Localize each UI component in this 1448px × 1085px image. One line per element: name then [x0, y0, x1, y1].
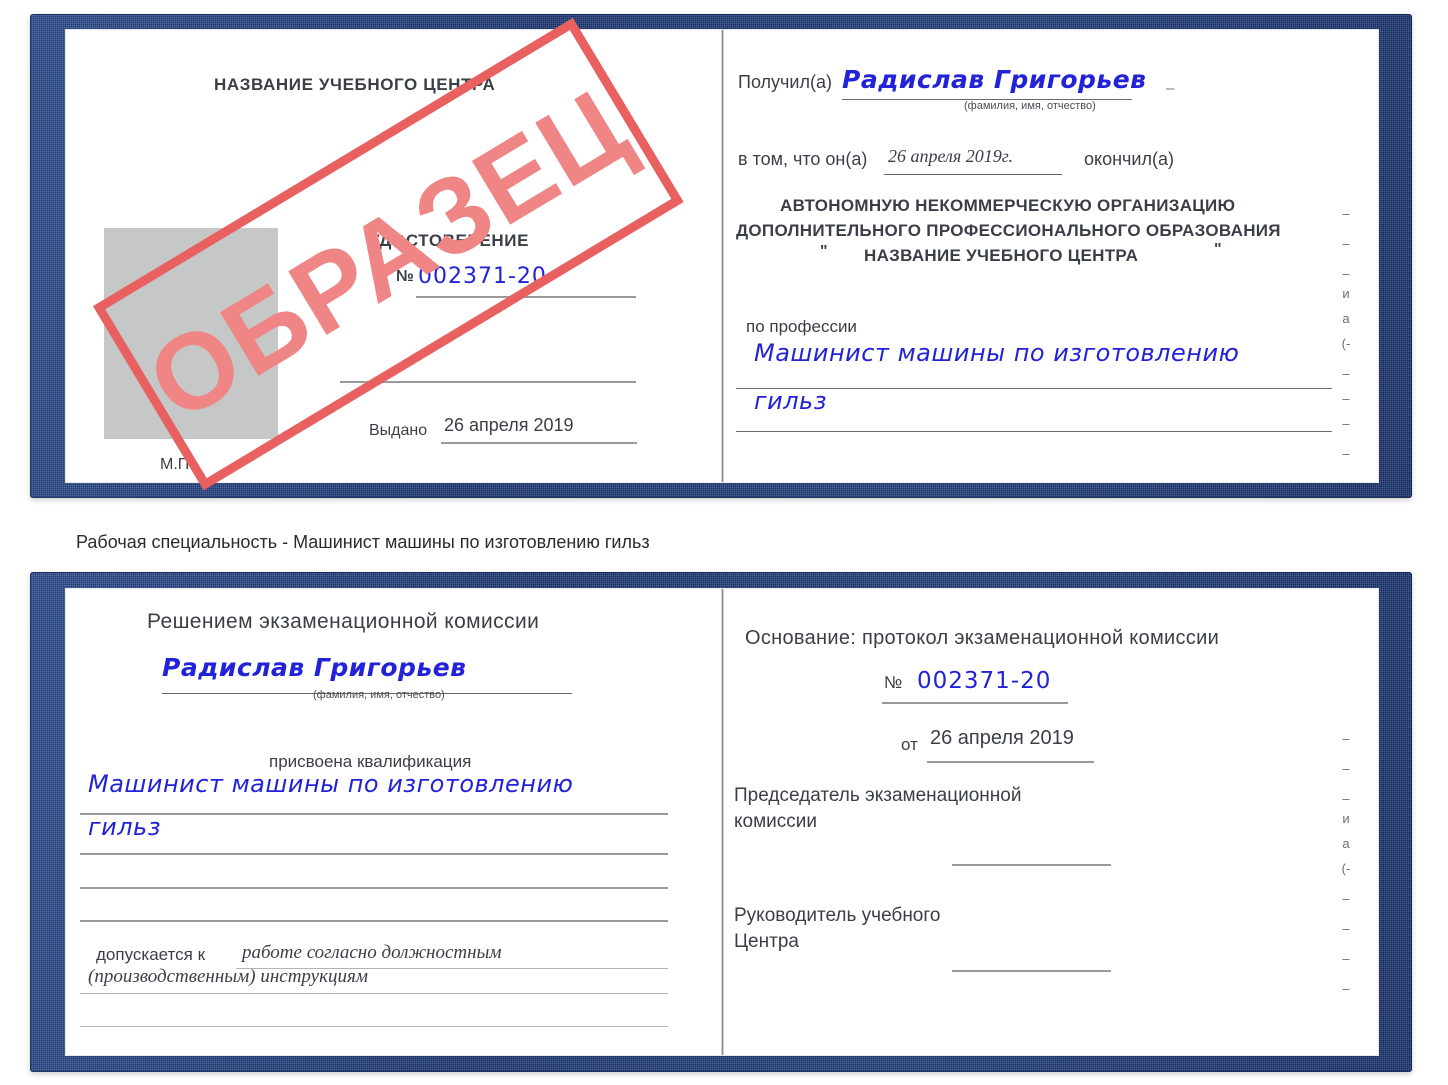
graduate-name-hint: (фамилия, имя, отчество) — [313, 689, 445, 701]
head-line-1: Руководитель учебного — [734, 905, 941, 926]
edge-fragment-b9: – — [1342, 981, 1350, 996]
photo-placeholder — [104, 228, 278, 439]
edge-fragment-9: – — [1342, 446, 1350, 461]
chairman-line-1: Председатель экзаменационной — [734, 785, 1022, 806]
qualification-line-1: Машинист машины по изготовлению — [88, 770, 574, 798]
chairman-line-2: комиссии — [734, 811, 817, 832]
profession-value-line-2: гильз — [754, 387, 827, 415]
edge-fragment-3: и — [1342, 286, 1350, 301]
profession-label: по профессии — [746, 317, 857, 336]
edge-fragment-b3: и — [1342, 811, 1350, 826]
admitted-label: допускается к — [96, 945, 206, 964]
received-value: Радислав Григорьев — [842, 65, 1147, 94]
commission-decision-heading: Решением экзаменационной комиссии — [147, 610, 540, 633]
edge-fragment-2: – — [1342, 266, 1350, 281]
org-line-2: ДОПОЛНИТЕЛЬНОГО ПРОФЕССИОНАЛЬНОГО ОБРАЗО… — [736, 221, 1281, 240]
edge-fragment-b8: – — [1342, 951, 1350, 966]
issued-label: Выдано — [369, 422, 428, 439]
profession-value-line-1: Машинист машины по изготовлению — [754, 339, 1240, 367]
edge-fragment-b1: – — [1342, 761, 1350, 776]
received-trailing-dash: – — [1166, 80, 1175, 97]
edge-fragment-0: – — [1342, 206, 1350, 221]
qualification-rule-2 — [80, 853, 668, 855]
edge-fragment-6: – — [1342, 366, 1350, 381]
that-label: в том, что он(а) — [738, 149, 868, 169]
head-line-2: Центра — [734, 931, 799, 952]
certificate-number-label: № — [396, 268, 414, 285]
protocol-number-rule — [882, 702, 1068, 704]
certificate-top-right-page: Получил(а) Радислав Григорьев (фамилия, … — [724, 30, 1378, 482]
certificate-top-left-page: НАЗВАНИЕ УЧЕБНОГО ЦЕНТРА УДОСТОВЕРЕНИЕ №… — [66, 30, 721, 482]
certificate-bottom-left-page: Решением экзаменационной комиссии Радисл… — [66, 589, 721, 1055]
issued-rule — [441, 442, 637, 444]
blank-rule-1 — [340, 381, 636, 383]
admitted-line-2: (производственным) инструкциям — [88, 966, 368, 987]
edge-fragment-b6: – — [1342, 891, 1350, 906]
edge-fragment-b0: – — [1342, 731, 1350, 746]
seal-label: М.П. — [160, 456, 194, 473]
certificate-title: УДОСТОВЕРЕНИЕ — [369, 231, 530, 250]
admitted-line-1: работе согласно должностным — [242, 942, 502, 963]
received-hint: (фамилия, имя, отчество) — [964, 100, 1096, 112]
protocol-date-value: 26 апреля 2019 — [930, 727, 1074, 749]
graduate-name-value: Радислав Григорьев — [162, 653, 467, 682]
protocol-number-label: № — [884, 673, 903, 692]
org-quote-close: " — [1214, 241, 1222, 258]
certificate-bottom-pages: Решением экзаменационной комиссии Радисл… — [66, 589, 1378, 1055]
certificate-top-pages: НАЗВАНИЕ УЧЕБНОГО ЦЕНТРА УДОСТОВЕРЕНИЕ №… — [66, 30, 1378, 482]
qualification-rule-1 — [80, 813, 668, 815]
head-signature-rule — [952, 970, 1111, 972]
basis-label: Основание: протокол экзаменационной коми… — [745, 627, 1220, 649]
page-caption: Рабочая специальность - Машинист машины … — [76, 532, 650, 552]
admitted-rule-2 — [80, 993, 668, 994]
qualification-line-2: гильз — [88, 813, 161, 841]
admitted-rule-3 — [80, 1026, 668, 1027]
org-quote-open: " — [820, 243, 828, 260]
chairman-signature-rule — [952, 864, 1111, 866]
certificate-number-value: 002371-20 — [418, 264, 547, 289]
edge-fragment-4: а — [1342, 311, 1350, 326]
profession-rule-2 — [736, 431, 1332, 432]
edge-fragment-b2: – — [1342, 791, 1350, 806]
received-label: Получил(а) — [738, 72, 832, 92]
qualification-rule-3 — [80, 887, 668, 889]
edge-fragment-b5: (- — [1341, 861, 1351, 876]
protocol-date-label: от — [901, 735, 918, 754]
edge-fragment-5: (- — [1341, 336, 1351, 351]
qualification-label: присвоена квалификация — [269, 752, 472, 771]
edge-fragment-b4: а — [1342, 836, 1350, 851]
protocol-number-value: 002371-20 — [917, 668, 1052, 694]
edge-fragment-1: – — [1342, 236, 1350, 251]
edge-fragment-b7: – — [1342, 921, 1350, 936]
edge-fragment-7: – — [1342, 391, 1350, 406]
completion-date-rule — [884, 174, 1062, 175]
qualification-rule-4 — [80, 920, 668, 922]
edge-fragment-8: – — [1342, 416, 1350, 431]
certificate-number-rule — [416, 296, 636, 298]
org-line-1: АВТОНОМНУЮ НЕКОММЕРЧЕСКУЮ ОРГАНИЗАЦИЮ — [780, 196, 1236, 215]
protocol-date-rule — [927, 761, 1094, 763]
training-center-name-top: НАЗВАНИЕ УЧЕБНОГО ЦЕНТРА — [214, 75, 496, 94]
completion-date: 26 апреля 2019г. — [888, 146, 1014, 166]
issued-value: 26 апреля 2019 — [444, 415, 574, 435]
finished-label: окончил(а) — [1084, 149, 1174, 169]
certificate-bottom-right-page: Основание: протокол экзаменационной коми… — [724, 589, 1378, 1055]
org-line-3: НАЗВАНИЕ УЧЕБНОГО ЦЕНТРА — [864, 246, 1139, 265]
